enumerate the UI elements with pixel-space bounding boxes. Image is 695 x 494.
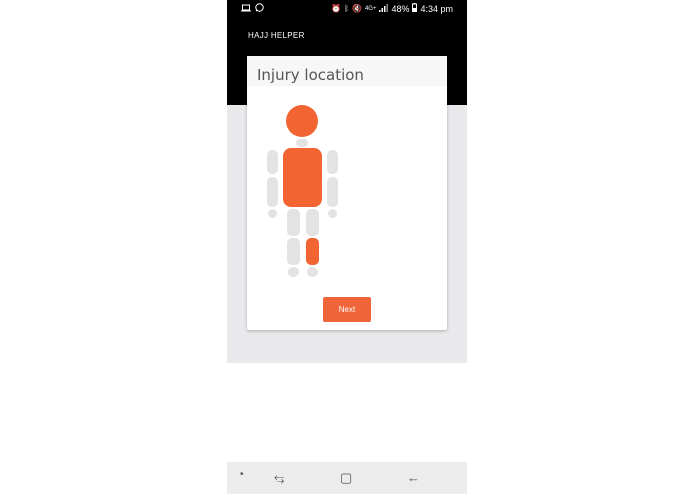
- status-notifications: [241, 3, 264, 15]
- body-part-left-hand[interactable]: [328, 209, 337, 218]
- recent-apps-icon[interactable]: ⥃: [274, 470, 284, 486]
- next-button[interactable]: Next: [323, 297, 371, 322]
- alarm-icon: ⏰: [331, 4, 342, 13]
- nav-dot-icon: •: [240, 469, 244, 480]
- body-part-right-foot[interactable]: [288, 267, 299, 277]
- body-part-left-foot[interactable]: [307, 267, 318, 277]
- body-part-head[interactable]: [286, 105, 318, 137]
- card-title: Injury location: [257, 66, 364, 84]
- whatsapp-icon: [255, 3, 264, 15]
- body-part-right-forearm[interactable]: [267, 177, 278, 207]
- body-part-right-lower-leg[interactable]: [287, 238, 300, 265]
- body-part-left-upper-arm[interactable]: [327, 150, 338, 174]
- mute-icon: 🔇: [351, 4, 362, 13]
- body-part-right-thigh[interactable]: [287, 209, 300, 236]
- home-icon[interactable]: ▢: [340, 470, 352, 486]
- body-part-left-forearm[interactable]: [327, 177, 338, 207]
- card-header: Injury location: [247, 56, 447, 86]
- body-part-left-lower-leg[interactable]: [306, 238, 319, 265]
- signal-icon: [379, 3, 389, 15]
- injury-location-card: Injury location Next: [247, 56, 447, 330]
- phone-screen: ⏰ ᛒ 🔇 4G+ 48% 4:34 pm HAJJ HELPER Injury…: [227, 0, 467, 494]
- back-icon[interactable]: ←: [407, 470, 420, 485]
- laptop-icon: [241, 4, 251, 15]
- status-bar: ⏰ ᛒ 🔇 4G+ 48% 4:34 pm: [227, 0, 467, 18]
- battery-percent: 48%: [391, 4, 410, 14]
- clock: 4:34 pm: [420, 4, 453, 14]
- body-part-neck[interactable]: [296, 139, 308, 147]
- body-part-torso[interactable]: [283, 148, 322, 207]
- app-title: HAJJ HELPER: [248, 31, 305, 40]
- body-part-right-upper-arm[interactable]: [267, 150, 278, 174]
- body-part-right-hand[interactable]: [268, 209, 277, 218]
- network-type: 4G+: [364, 6, 377, 12]
- status-system: ⏰ ᛒ 🔇 4G+ 48% 4:34 pm: [331, 3, 453, 15]
- body-part-left-thigh[interactable]: [306, 209, 319, 236]
- battery-icon: [412, 3, 418, 15]
- bluetooth-icon: ᛒ: [344, 4, 349, 13]
- system-nav-bar: • ⥃ ▢ ←: [227, 462, 467, 494]
